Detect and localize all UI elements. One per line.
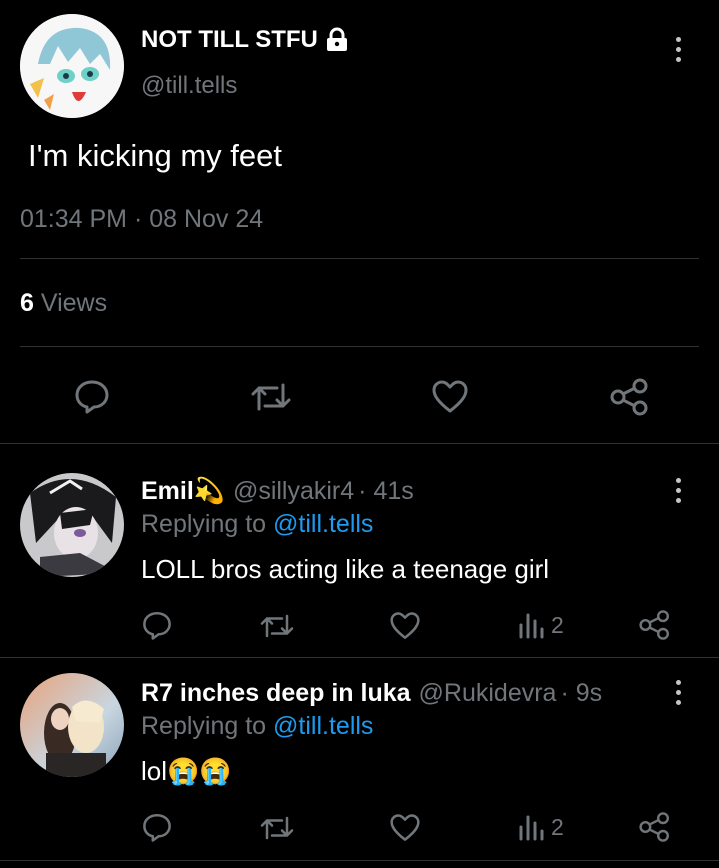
retweet-icon[interactable] xyxy=(249,379,293,415)
divider xyxy=(0,860,719,861)
replying-to-prefix: Replying to xyxy=(141,510,267,538)
replying-to-line: Replying to @till.tells xyxy=(141,712,373,741)
main-display-name-row: NOT TILL STFU xyxy=(141,26,350,54)
views-count: 2 xyxy=(551,611,564,638)
views-label: Views xyxy=(40,289,108,317)
main-avatar[interactable] xyxy=(20,14,124,118)
reply-text: LOLL bros acting like a teenage girl xyxy=(141,554,550,584)
replying-to-handle[interactable]: @till.tells xyxy=(273,510,373,538)
main-tweet-text: I'm kicking my feet xyxy=(28,138,282,173)
reply-display-name[interactable]: Emil💫 xyxy=(141,477,225,506)
reply-display-name[interactable]: R7 inches deep in luka xyxy=(141,679,411,708)
main-timestamp[interactable]: 01:34 PM · 08 Nov 24 xyxy=(20,205,263,234)
share-icon[interactable] xyxy=(609,377,651,417)
reply-handle[interactable]: @Rukidevra xyxy=(419,679,557,708)
replying-to-line: Replying to @till.tells xyxy=(141,510,373,539)
reply-time[interactable]: · 41s xyxy=(358,477,414,506)
replying-to-handle[interactable]: @till.tells xyxy=(273,712,373,740)
views-row[interactable]: 6 Views xyxy=(20,289,107,318)
share-icon[interactable] xyxy=(638,811,672,843)
main-display-name[interactable]: NOT TILL STFU xyxy=(141,26,318,54)
divider xyxy=(20,258,699,259)
reply-time[interactable]: · 9s xyxy=(560,679,602,708)
reply-handle[interactable]: @sillyakir4 xyxy=(233,477,354,506)
retweet-icon[interactable] xyxy=(258,813,296,843)
reply-header: Emil💫 @sillyakir4 · 41s xyxy=(141,477,414,506)
divider xyxy=(20,346,699,347)
replying-to-prefix: Replying to xyxy=(141,712,267,740)
retweet-icon[interactable] xyxy=(258,611,296,641)
main-handle[interactable]: @till.tells xyxy=(141,72,237,100)
views-icon xyxy=(517,813,545,841)
reply-avatar[interactable] xyxy=(20,473,124,577)
reply-icon[interactable] xyxy=(73,377,111,415)
more-icon[interactable] xyxy=(674,37,682,62)
reply-icon[interactable] xyxy=(141,811,173,843)
reply-avatar[interactable] xyxy=(20,673,124,777)
views-stat[interactable]: 2 xyxy=(517,611,564,639)
more-icon[interactable] xyxy=(674,680,682,705)
heart-icon[interactable] xyxy=(431,379,469,415)
heart-icon[interactable] xyxy=(389,813,421,843)
share-icon[interactable] xyxy=(638,609,672,641)
divider xyxy=(0,657,719,658)
reply-header: R7 inches deep in luka @Rukidevra · 9s xyxy=(141,679,602,708)
reply-icon[interactable] xyxy=(141,609,173,641)
reply-text: lol😭😭 xyxy=(141,756,232,786)
views-icon xyxy=(517,611,545,639)
more-icon[interactable] xyxy=(674,478,682,503)
heart-icon[interactable] xyxy=(389,611,421,641)
views-count: 6 xyxy=(20,289,34,317)
divider xyxy=(0,443,719,444)
views-stat[interactable]: 2 xyxy=(517,813,564,841)
lock-icon xyxy=(324,27,350,53)
views-count: 2 xyxy=(551,813,564,840)
